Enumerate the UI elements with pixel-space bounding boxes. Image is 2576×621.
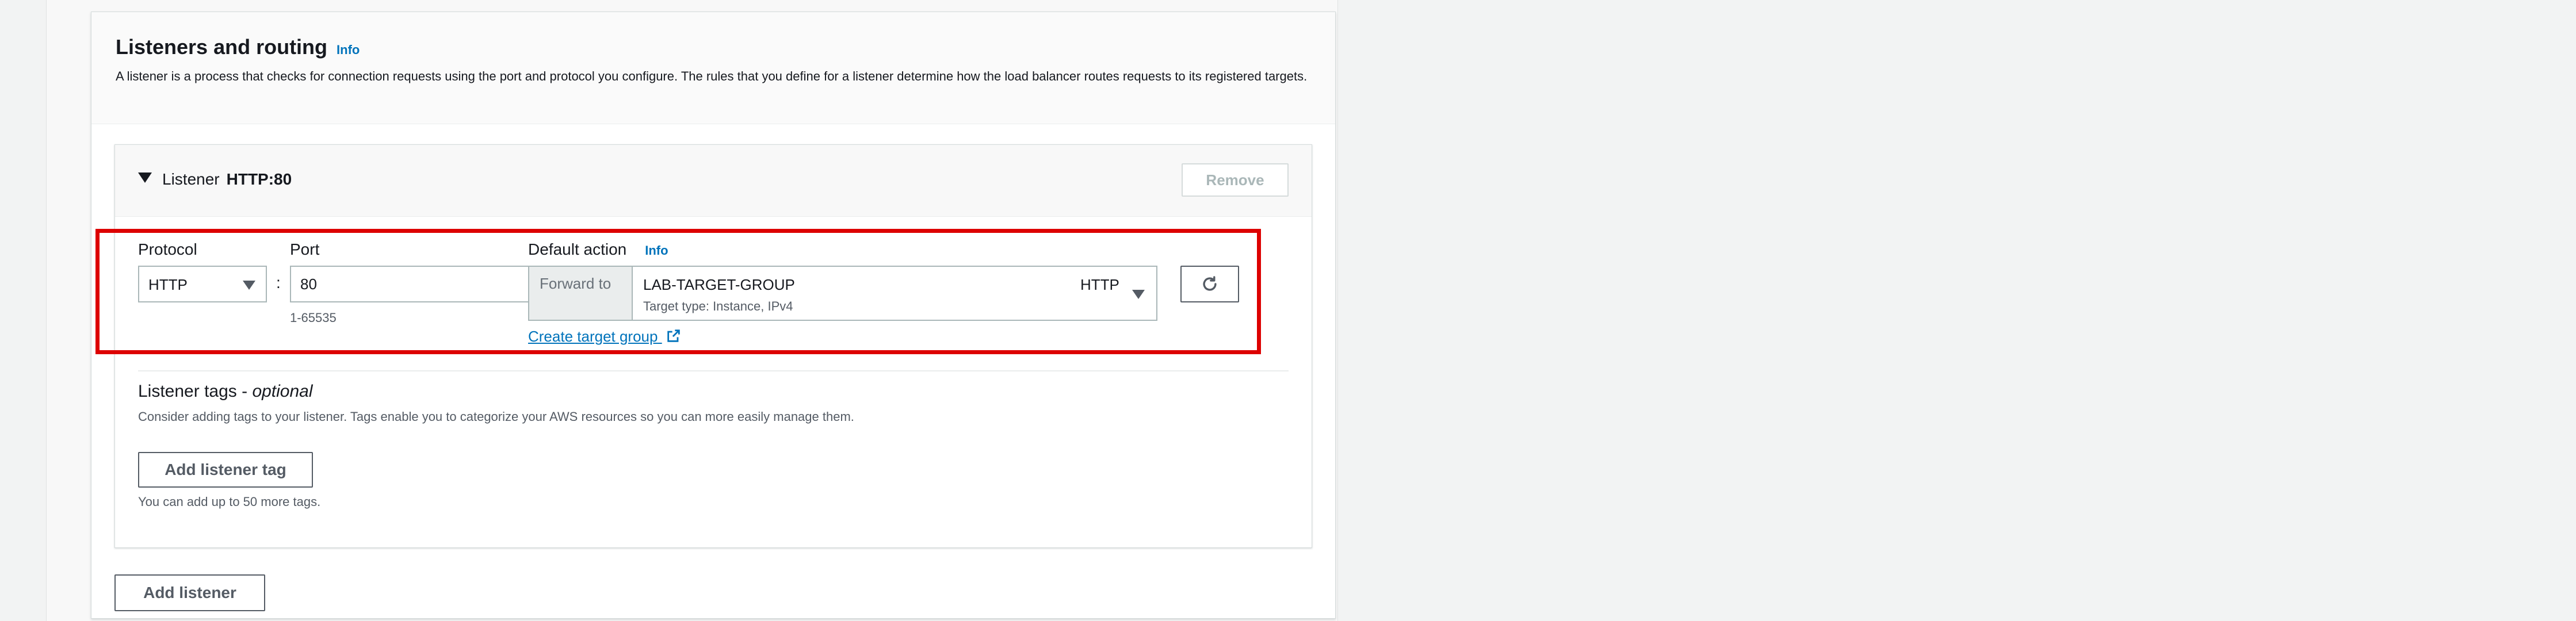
listener-name: HTTP:80 (226, 170, 292, 188)
add-listener-button[interactable]: Add listener (114, 574, 265, 611)
add-listener-tag-button[interactable]: Add listener tag (138, 452, 313, 488)
tags-limit-text: You can add up to 50 more tags. (138, 494, 321, 509)
section-title: Listeners and routing Info (116, 35, 360, 59)
section-description: A listener is a process that checks for … (116, 69, 1308, 83)
panel-header: Listeners and routing Info A listener is … (91, 12, 1335, 124)
listener-header[interactable]: Listener HTTP:80 Remove (115, 145, 1312, 217)
listener-label: Listener (162, 170, 220, 188)
listener-title: Listener HTTP:80 (162, 170, 292, 189)
section-divider (138, 370, 1289, 371)
caret-down-icon[interactable] (138, 172, 152, 183)
highlight-box (95, 229, 1261, 354)
remove-listener-button[interactable]: Remove (1182, 163, 1289, 197)
listener-tags-title-text: Listener tags - (138, 382, 253, 401)
listener-tags-optional: optional (252, 382, 313, 401)
section-info-link[interactable]: Info (337, 43, 360, 57)
section-title-text: Listeners and routing (116, 35, 328, 59)
listener-tags-description: Consider adding tags to your listener. T… (138, 409, 854, 424)
listener-tags-title: Listener tags - optional (138, 382, 313, 401)
